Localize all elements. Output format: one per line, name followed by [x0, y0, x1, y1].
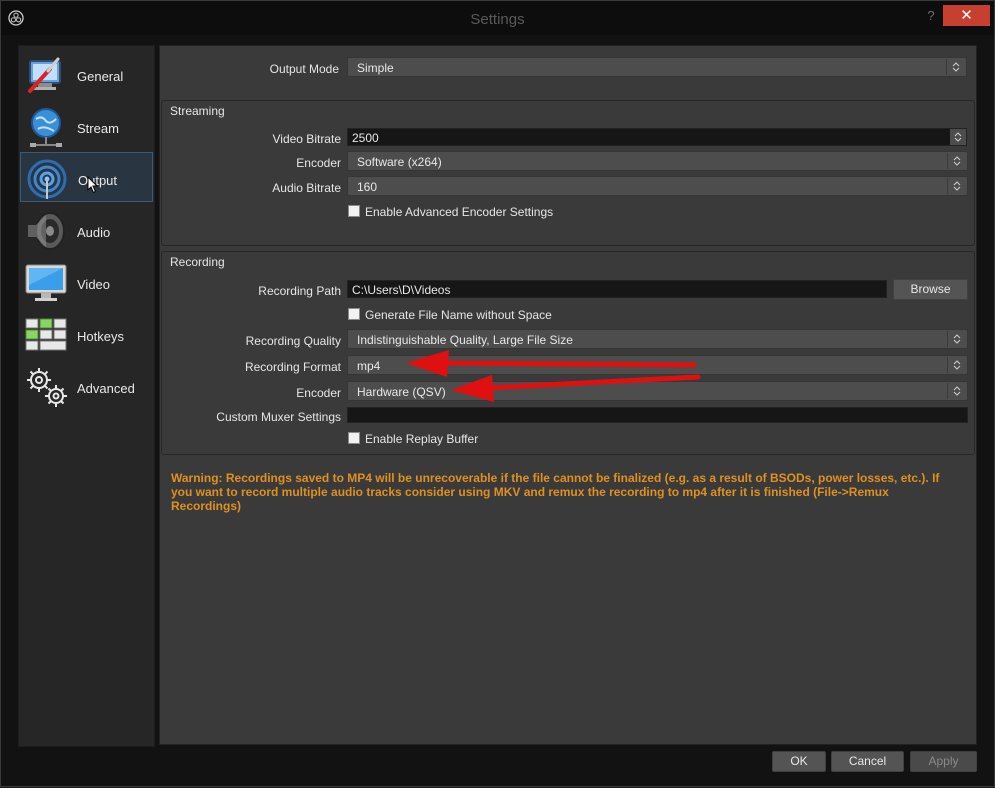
recording-group-title: Recording [170, 255, 225, 269]
replay-buffer-label: Enable Replay Buffer [365, 432, 479, 446]
output-mode-select[interactable]: Simple [347, 57, 967, 77]
sidebar-item-audio[interactable]: Audio [20, 205, 153, 255]
sidebar-item-hotkeys[interactable]: Hotkeys [20, 309, 153, 359]
apply-button[interactable]: Apply [910, 751, 977, 772]
sidebar-item-advanced[interactable]: Advanced [20, 361, 153, 411]
audio-bitrate-label: Audio Bitrate [272, 181, 341, 195]
advanced-encoder-checkbox[interactable] [348, 205, 360, 217]
audio-bitrate-select[interactable]: 160 [347, 176, 968, 196]
generate-filename-label: Generate File Name without Space [365, 308, 552, 322]
advanced-encoder-label: Enable Advanced Encoder Settings [365, 205, 554, 219]
up-down-arrows-icon [947, 178, 961, 194]
generate-filename-checkbox[interactable] [348, 308, 360, 320]
sidebar-item-label: Audio [77, 225, 111, 240]
general-icon [28, 57, 61, 93]
output-settings-panel: Output Mode Simple Streaming Video Bitra… [159, 45, 977, 745]
sidebar-item-label: Stream [77, 121, 119, 136]
sidebar-item-label: Hotkeys [77, 329, 124, 344]
custom-muxer-label: Custom Muxer Settings [216, 410, 341, 424]
recording-format-label: Recording Format [244, 360, 341, 374]
stream-encoder-select[interactable]: Software (x264) [347, 151, 968, 171]
replay-buffer-checkbox[interactable] [348, 432, 360, 444]
video-bitrate-spinbox[interactable]: 2500 [347, 128, 967, 146]
recording-path-value: C:\Users\D\Videos [352, 283, 451, 297]
up-down-arrows-icon [947, 383, 961, 399]
cancel-button[interactable]: Cancel [831, 751, 904, 772]
recording-group: Recording Recording Path C:\Users\D\Vide… [161, 251, 975, 455]
settings-sidebar: General Stream Output Audio Video Hotkey… [18, 45, 155, 747]
sidebar-item-label: Advanced [77, 381, 135, 396]
recording-encoder-value: Hardware (QSV) [357, 385, 446, 399]
output-antenna-icon [27, 159, 67, 199]
sidebar-item-video[interactable]: Video [20, 257, 153, 307]
up-down-arrows-icon [946, 59, 960, 75]
spinbox-arrows-icon[interactable] [950, 129, 966, 145]
custom-muxer-input[interactable] [347, 407, 968, 423]
title-bar: Settings ? ✕ [1, 1, 994, 35]
recording-quality-value: Indistinguishable Quality, Large File Si… [357, 333, 573, 347]
recording-encoder-label: Encoder [296, 386, 341, 400]
output-mode-label: Output Mode [269, 62, 339, 76]
recording-quality-select[interactable]: Indistinguishable Quality, Large File Si… [347, 329, 968, 349]
ok-button[interactable]: OK [772, 751, 826, 772]
keyboard-icon [25, 318, 67, 351]
recording-format-select[interactable]: mp4 [347, 355, 968, 375]
sidebar-item-general[interactable]: General [20, 49, 153, 99]
output-mode-row: Output Mode Simple [161, 47, 975, 91]
window-title: Settings [470, 11, 525, 28]
browse-button[interactable]: Browse [893, 279, 968, 300]
close-button[interactable]: ✕ [943, 5, 990, 26]
sidebar-item-label: General [77, 69, 124, 84]
output-mode-value: Simple [357, 61, 394, 75]
speaker-icon [28, 212, 65, 250]
streaming-group-title: Streaming [170, 104, 225, 118]
sidebar-item-label: Video [77, 277, 111, 292]
gears-icon [27, 368, 67, 407]
up-down-arrows-icon [947, 357, 961, 373]
settings-window: Settings ? ✕ General Stream Output Audio… [0, 0, 995, 787]
video-bitrate-value: 2500 [352, 131, 379, 145]
audio-bitrate-value: 160 [357, 180, 378, 194]
mouse-cursor-icon [87, 176, 99, 194]
mp4-warning-text: Warning: Recordings saved to MP4 will be… [171, 471, 940, 513]
recording-path-label: Recording Path [258, 284, 341, 298]
streaming-group: Streaming Video Bitrate 2500 Encoder Sof… [161, 100, 975, 246]
recording-format-value: mp4 [357, 359, 381, 373]
help-button[interactable]: ? [922, 7, 940, 25]
sidebar-item-stream[interactable]: Stream [20, 101, 153, 151]
recording-encoder-select[interactable]: Hardware (QSV) [347, 381, 968, 401]
stream-encoder-value: Software (x264) [357, 155, 442, 169]
stream-encoder-label: Encoder [296, 156, 341, 170]
stream-globe-icon [30, 108, 62, 147]
recording-quality-label: Recording Quality [245, 334, 341, 348]
video-bitrate-label: Video Bitrate [272, 132, 342, 146]
up-down-arrows-icon [947, 153, 961, 169]
recording-path-input[interactable]: C:\Users\D\Videos [347, 280, 887, 298]
monitor-icon [25, 264, 67, 301]
up-down-arrows-icon [947, 331, 961, 347]
